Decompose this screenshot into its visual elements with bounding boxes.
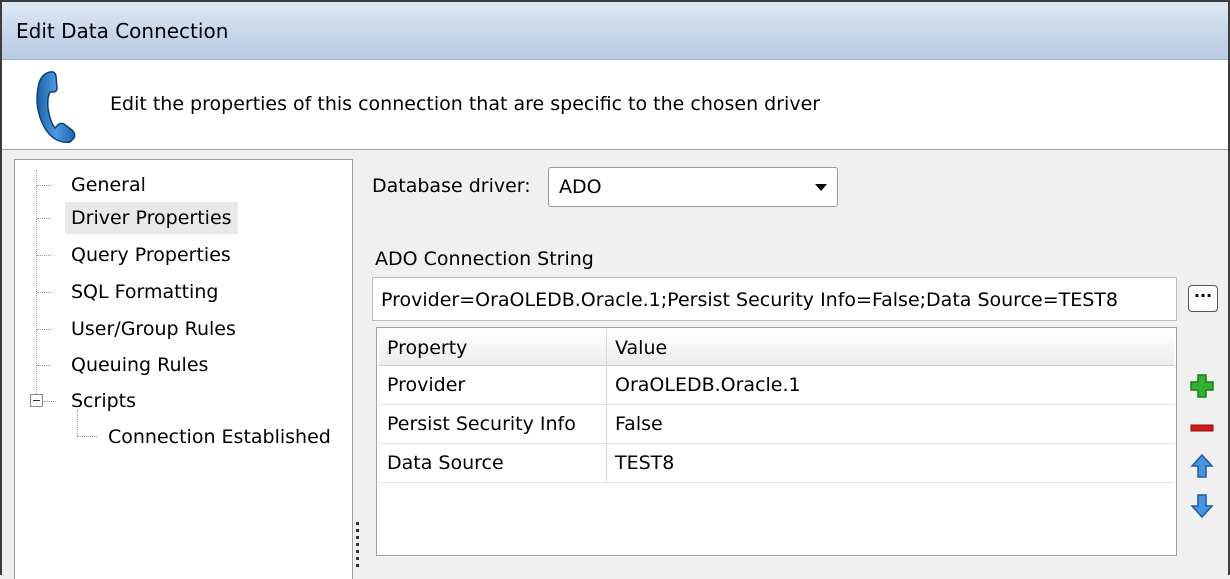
- panel-splitter[interactable]: [354, 522, 360, 577]
- add-property-button[interactable]: [1188, 372, 1216, 400]
- tree-connector: [37, 329, 51, 330]
- tree-connector: [37, 292, 51, 293]
- title-bar: Edit Data Connection: [2, 2, 1228, 60]
- tree-item-connection-established[interactable]: Connection Established: [108, 421, 331, 453]
- tree-item-queuing-rules[interactable]: Queuing Rules: [71, 349, 208, 381]
- tree-connector: [77, 410, 78, 436]
- window-title: Edit Data Connection: [16, 19, 229, 43]
- table-row[interactable]: Data Source TEST8: [379, 444, 1174, 483]
- remove-property-button[interactable]: [1188, 414, 1216, 442]
- move-down-button[interactable]: [1188, 492, 1216, 520]
- table-row[interactable]: Provider OraOLEDB.Oracle.1: [379, 366, 1174, 405]
- tree-connector: [36, 170, 37, 396]
- chevron-down-icon: [815, 184, 827, 191]
- property-cell[interactable]: Data Source: [379, 444, 607, 482]
- tree-connector: [44, 401, 56, 402]
- header-description: Edit the properties of this connection t…: [110, 93, 821, 115]
- value-cell[interactable]: OraOLEDB.Oracle.1: [607, 366, 1174, 404]
- tree-connector: [37, 255, 51, 256]
- tree-item-query-properties[interactable]: Query Properties: [71, 239, 231, 271]
- tree-item-driver-properties[interactable]: Driver Properties: [65, 202, 238, 234]
- collapse-icon[interactable]: [30, 394, 43, 407]
- properties-grid: Property Value Provider OraOLEDB.Oracle.…: [376, 327, 1177, 556]
- tree-connector: [37, 218, 51, 219]
- header-panel: Edit the properties of this connection t…: [2, 60, 1228, 150]
- property-cell[interactable]: Provider: [379, 366, 607, 404]
- edit-data-connection-window: Edit Data Connection Edit the properties…: [0, 0, 1230, 579]
- database-driver-label: Database driver:: [372, 175, 531, 197]
- tree-item-user-group-rules[interactable]: User/Group Rules: [71, 313, 236, 345]
- move-up-icon: [1190, 453, 1214, 478]
- remove-icon: [1190, 424, 1214, 432]
- table-row[interactable]: Persist Security Info False: [379, 405, 1174, 444]
- property-cell[interactable]: Persist Security Info: [379, 405, 607, 443]
- column-header-property[interactable]: Property: [379, 329, 607, 367]
- tree-connector: [77, 436, 97, 437]
- move-down-icon: [1190, 494, 1214, 519]
- move-up-button[interactable]: [1188, 452, 1216, 480]
- tree-connector: [37, 185, 51, 186]
- tree-connector: [37, 365, 51, 366]
- tree-item-general[interactable]: General: [71, 169, 146, 201]
- tree-item-scripts[interactable]: Scripts: [71, 385, 136, 417]
- connection-string-field[interactable]: Provider=OraOLEDB.Oracle.1;Persist Secur…: [372, 277, 1177, 321]
- tree-item-sql-formatting[interactable]: SQL Formatting: [71, 276, 218, 308]
- add-icon: [1190, 374, 1214, 398]
- database-driver-value: ADO: [559, 176, 602, 198]
- edit-connection-string-button[interactable]: ···: [1188, 285, 1218, 312]
- phone-icon: [30, 68, 90, 148]
- value-cell[interactable]: False: [607, 405, 1174, 443]
- connection-string-value: Provider=OraOLEDB.Oracle.1;Persist Secur…: [381, 289, 1118, 311]
- connection-string-label: ADO Connection String: [375, 248, 594, 270]
- grid-header: Property Value: [379, 329, 1174, 367]
- database-driver-select[interactable]: ADO: [548, 167, 838, 207]
- settings-tree: General Driver Properties Query Properti…: [14, 159, 353, 579]
- value-cell[interactable]: TEST8: [607, 444, 1174, 482]
- column-header-value[interactable]: Value: [607, 329, 1174, 367]
